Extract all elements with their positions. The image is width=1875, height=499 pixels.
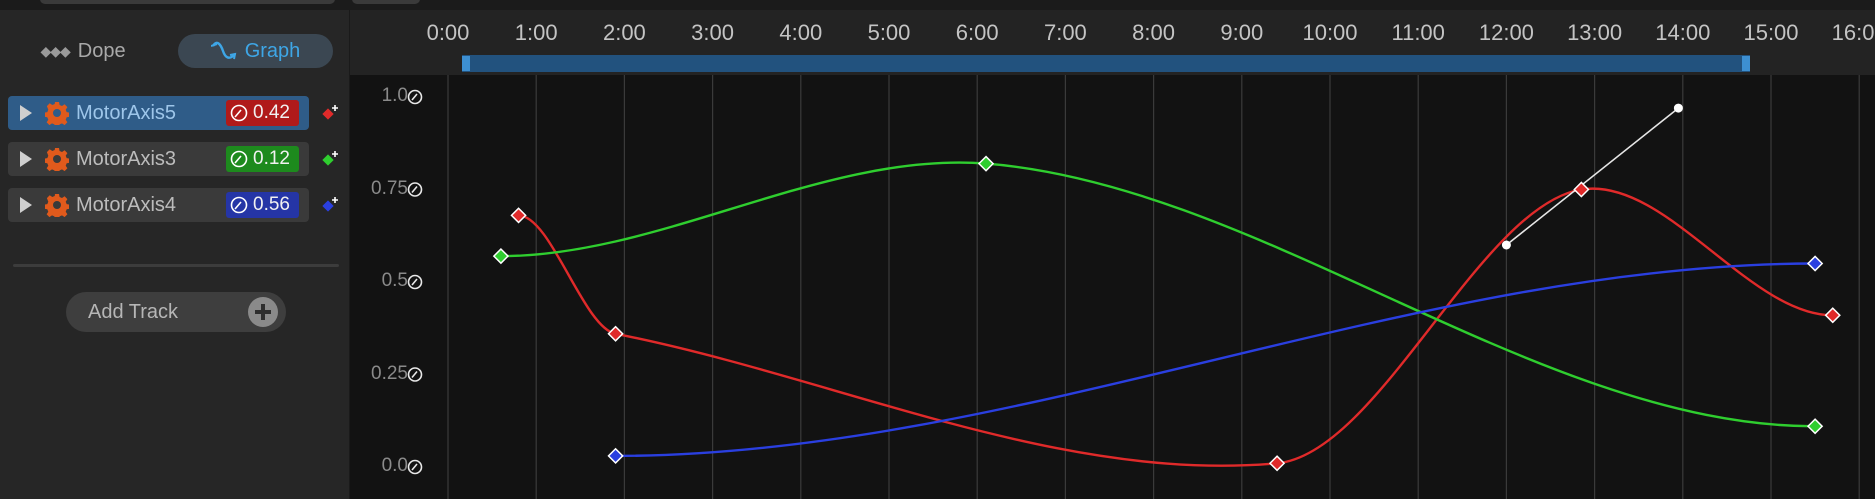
time-label: 13:00: [1567, 20, 1623, 45]
curve-graph[interactable]: 1.0 0.75 0.5 0.25 0.0: [350, 75, 1875, 499]
time-label: 7:00: [1043, 20, 1087, 45]
y-axis-label: 0.5: [381, 270, 408, 291]
graph-label: Graph: [244, 39, 301, 62]
time-label: 15:00: [1743, 20, 1799, 45]
track-row-motoraxis4[interactable]: MotorAxis4 0.56: [8, 188, 309, 222]
graph-mode-button[interactable]: Graph: [178, 34, 333, 68]
gear-icon: [45, 148, 69, 171]
value-badge[interactable]: 0.12: [226, 146, 299, 172]
time-label: 10:00: [1302, 20, 1358, 45]
track-name: MotorAxis4: [76, 194, 177, 216]
track-name: MotorAxis5: [76, 102, 177, 124]
track-value: 0.56: [253, 194, 290, 215]
time-label: 11:00: [1391, 20, 1445, 45]
scroll-handle-end[interactable]: [1742, 56, 1750, 71]
divider: [13, 264, 339, 267]
track-panel: ◆◆◆ Dope Graph MotorAxis5 0.42 MotorAxis…: [0, 10, 350, 499]
plus-icon: [248, 297, 278, 327]
tangent-handle: [1501, 240, 1511, 250]
dial-icon: [230, 104, 248, 122]
gear-icon: [45, 194, 69, 217]
y-axis-label: 0.75: [371, 177, 408, 199]
top-strip: [0, 0, 1875, 10]
dope-label: Dope: [77, 39, 126, 62]
dope-icon: ◆◆◆: [40, 42, 70, 59]
add-key-icon[interactable]: [322, 196, 340, 214]
timeline-scrollbar[interactable]: [462, 55, 1750, 72]
expand-triangle-icon[interactable]: [20, 105, 32, 121]
add-key-icon[interactable]: [322, 104, 340, 122]
time-label: 4:00: [779, 20, 823, 45]
time-label: 2:00: [602, 20, 646, 45]
time-label: 0:00: [426, 20, 470, 45]
graph-background: [350, 75, 1875, 499]
time-label: 3:00: [691, 20, 735, 45]
curve-icon: [210, 41, 236, 60]
time-label: 14:00: [1655, 20, 1711, 45]
y-axis-label: 0.0: [381, 455, 408, 476]
scroll-handle-start[interactable]: [462, 56, 470, 71]
tangent-handle: [1673, 103, 1683, 113]
track-value: 0.12: [253, 148, 290, 169]
time-label: 9:00: [1220, 20, 1264, 45]
y-axis-label: 0.25: [371, 362, 408, 384]
expand-triangle-icon[interactable]: [20, 197, 32, 213]
add-track-button[interactable]: Add Track: [66, 292, 286, 332]
top-button[interactable]: [352, 0, 420, 4]
track-row-motoraxis5[interactable]: MotorAxis5 0.42: [8, 96, 309, 130]
track-value: 0.42: [253, 102, 290, 123]
value-badge[interactable]: 0.56: [226, 192, 299, 218]
time-label: 8:00: [1132, 20, 1176, 45]
top-field[interactable]: [40, 0, 335, 4]
graph-canvas[interactable]: [350, 75, 1875, 499]
expand-triangle-icon[interactable]: [20, 151, 32, 167]
dope-mode-button[interactable]: ◆◆◆ Dope: [28, 34, 138, 68]
dial-icon: [230, 150, 248, 168]
value-badge[interactable]: 0.42: [226, 100, 299, 126]
add-track-label: Add Track: [88, 301, 179, 323]
track-row-motoraxis3[interactable]: MotorAxis3 0.12: [8, 142, 309, 176]
time-label: 16:00: [1831, 20, 1875, 45]
time-label: 12:00: [1478, 20, 1534, 45]
y-axis-label: 1.0: [381, 85, 408, 106]
track-name: MotorAxis3: [76, 148, 177, 170]
gear-icon: [45, 102, 69, 125]
time-label: 1:00: [514, 20, 558, 45]
time-label: 6:00: [955, 20, 999, 45]
dial-icon: [230, 196, 248, 214]
time-label: 5:00: [867, 20, 911, 45]
add-key-icon[interactable]: [322, 150, 340, 168]
